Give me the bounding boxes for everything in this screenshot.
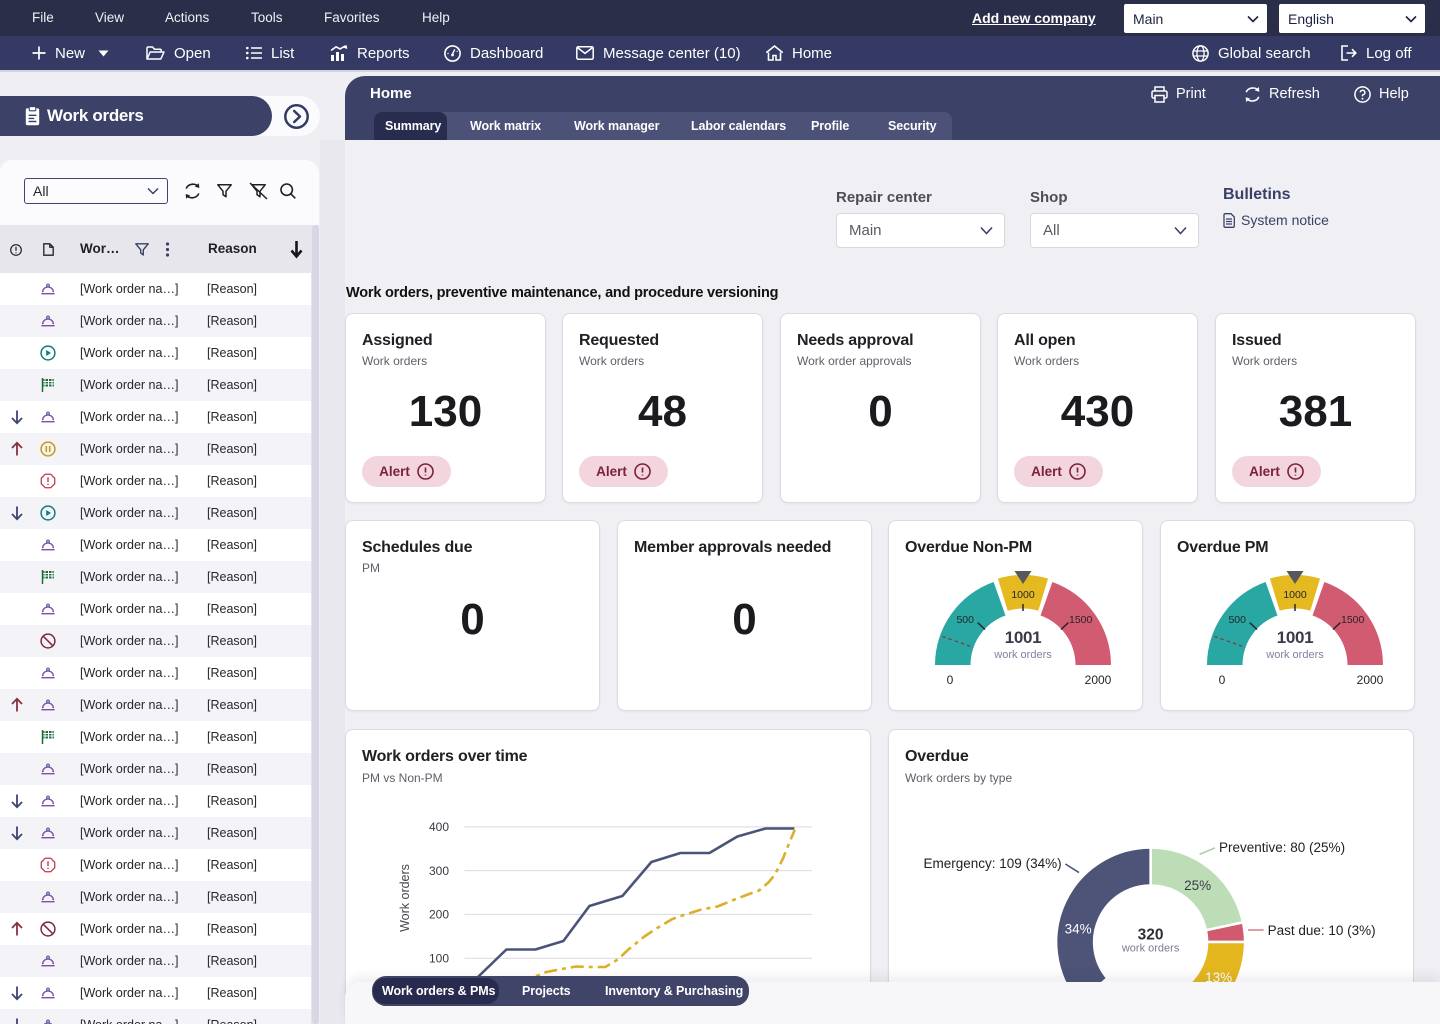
svg-text:work orders: work orders — [993, 649, 1052, 661]
svg-text:34%: 34% — [1065, 922, 1092, 937]
svg-text:100: 100 — [429, 952, 449, 966]
svg-text:400: 400 — [429, 820, 449, 834]
svg-text:500: 500 — [1228, 614, 1246, 626]
svg-text:1000: 1000 — [1283, 589, 1307, 601]
svg-text:320: 320 — [1138, 927, 1164, 944]
svg-text:200: 200 — [429, 908, 449, 922]
svg-text:Work orders: Work orders — [398, 864, 412, 932]
svg-text:1500: 1500 — [1069, 614, 1093, 626]
svg-text:Past due: 10 (3%): Past due: 10 (3%) — [1268, 923, 1376, 938]
svg-text:Preventive: 80 (25%): Preventive: 80 (25%) — [1219, 840, 1345, 855]
svg-text:2000: 2000 — [1357, 673, 1384, 687]
svg-text:work orders: work orders — [1265, 649, 1324, 661]
svg-text:300: 300 — [429, 864, 449, 878]
svg-text:500: 500 — [956, 614, 974, 626]
svg-text:0: 0 — [947, 673, 954, 687]
svg-text:work orders: work orders — [1121, 943, 1180, 955]
svg-text:1001: 1001 — [1005, 628, 1042, 647]
svg-text:Emergency: 109 (34%): Emergency: 109 (34%) — [924, 856, 1062, 871]
svg-text:2000: 2000 — [1085, 673, 1112, 687]
svg-text:0: 0 — [1219, 673, 1226, 687]
svg-text:25%: 25% — [1184, 878, 1211, 893]
svg-text:1001: 1001 — [1277, 628, 1314, 647]
svg-text:1500: 1500 — [1341, 614, 1365, 626]
svg-text:1000: 1000 — [1011, 589, 1035, 601]
